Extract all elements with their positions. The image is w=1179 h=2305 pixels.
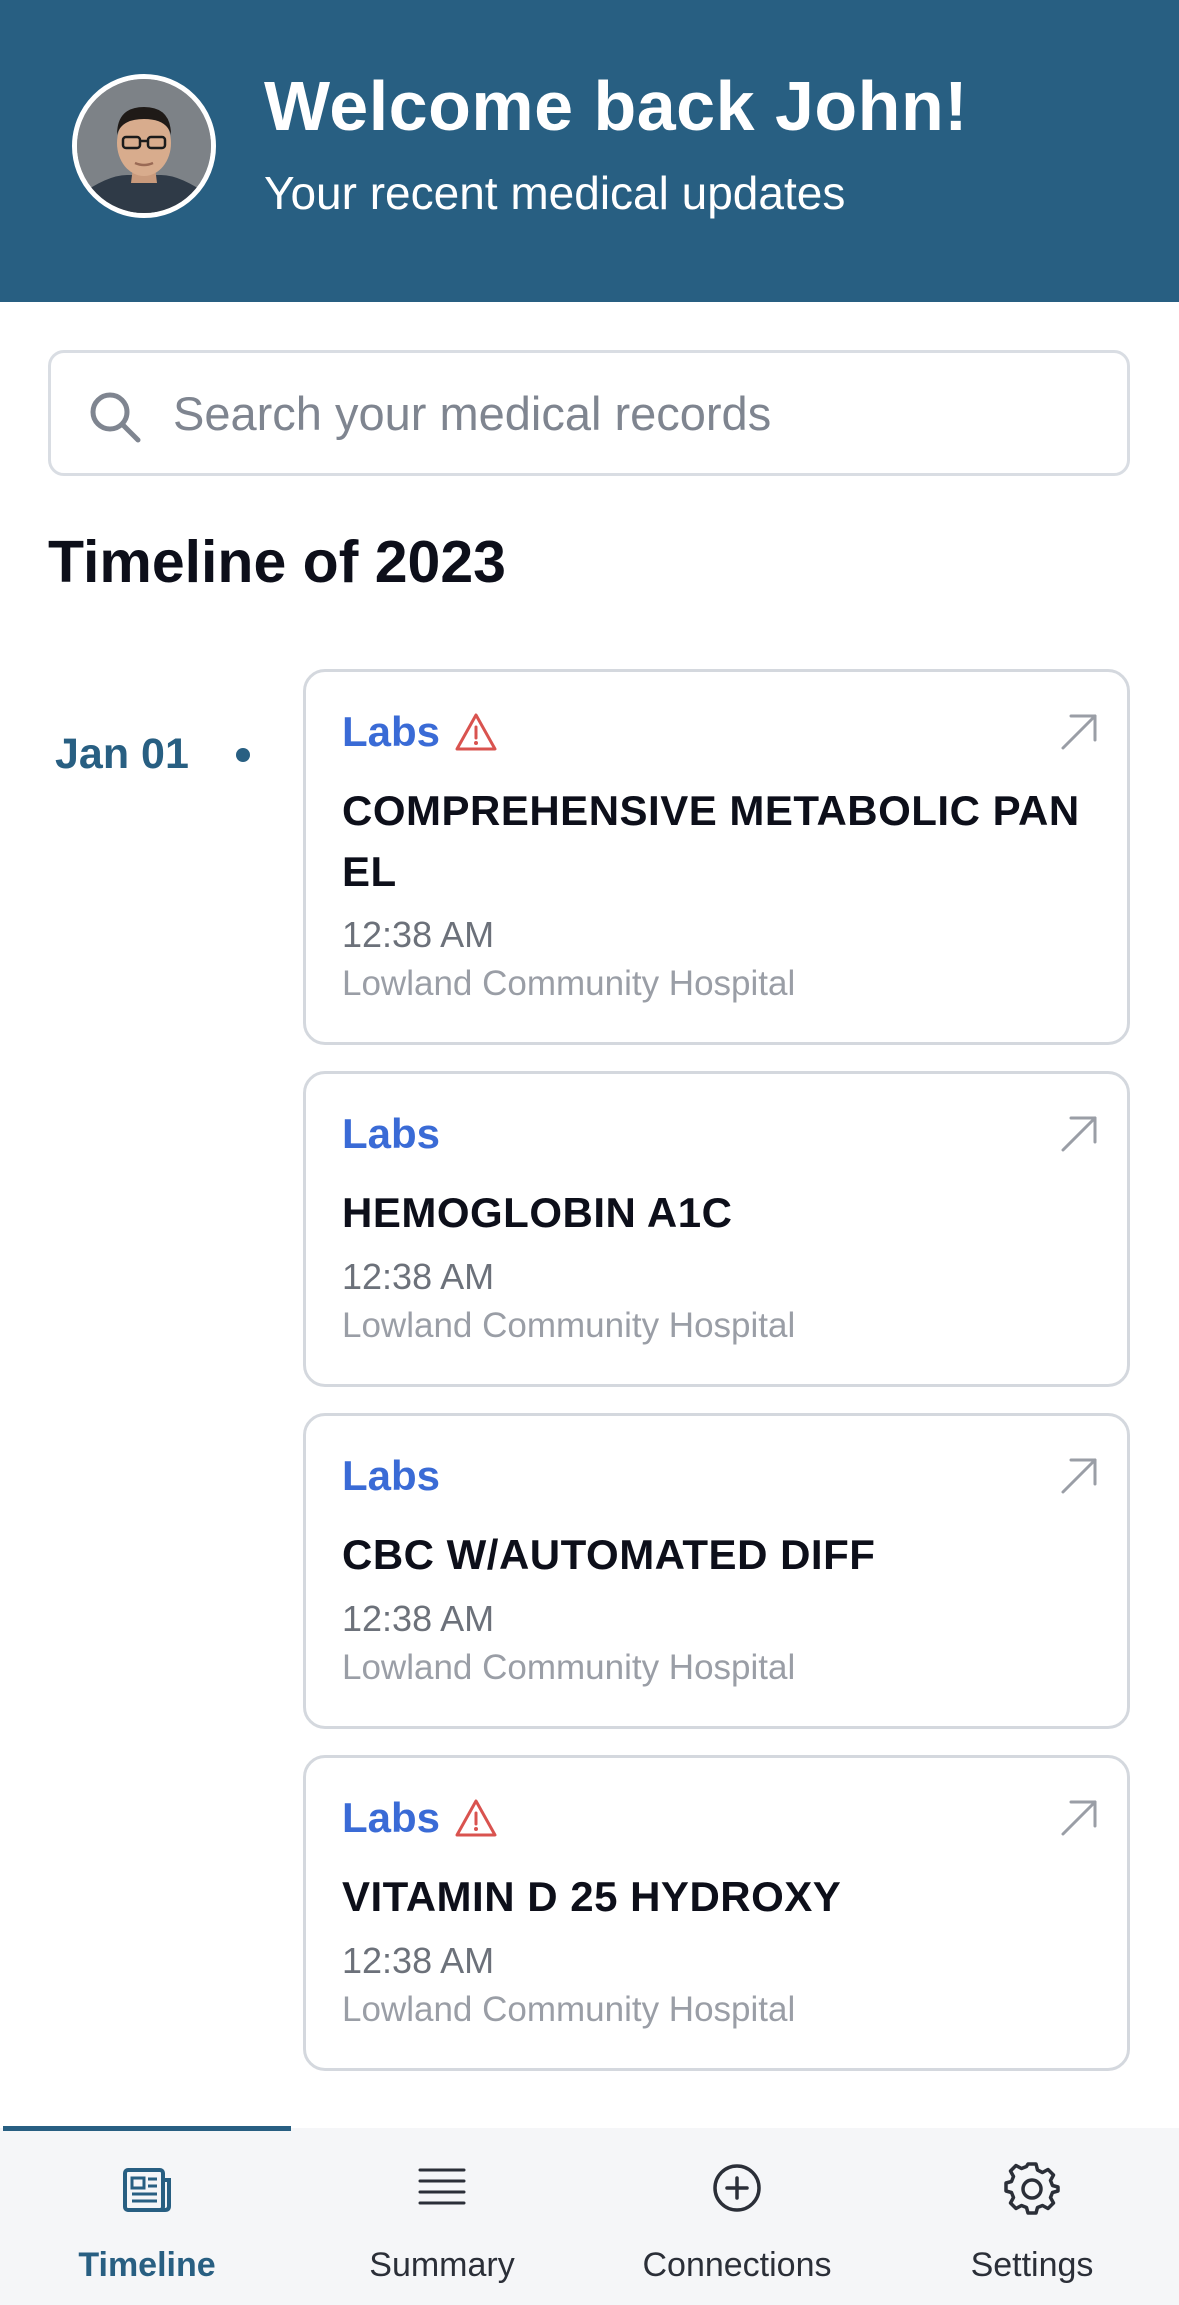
record-category-row: Labs <box>342 1794 498 1842</box>
gear-icon <box>1004 2162 1060 2215</box>
header-subtitle: Your recent medical updates <box>264 167 846 219</box>
record-category: Labs <box>342 708 441 755</box>
search-icon <box>90 392 141 443</box>
warning-icon <box>455 713 497 751</box>
record-category-row: Labs <box>342 1452 440 1500</box>
tab-label: Settings <box>970 2246 1094 2284</box>
record-location: Lowland Community Hospital <box>342 1990 796 2029</box>
record-title: HEMOGLOBIN A1C <box>342 1189 733 1236</box>
record-location: Lowland Community Hospital <box>342 1648 796 1687</box>
open-external-icon[interactable] <box>1059 712 1099 752</box>
record-time: 12:38 AM <box>342 1598 495 1639</box>
tab-connections[interactable]: Connections <box>590 2128 884 2305</box>
record-category: Labs <box>342 1794 441 1841</box>
record-title: CBC W/AUTOMATED DIFF <box>342 1531 876 1578</box>
warning-icon <box>455 1799 497 1837</box>
avatar[interactable] <box>72 74 216 218</box>
record-category-row: Labs <box>342 1110 440 1158</box>
tab-label: Timeline <box>78 2246 216 2284</box>
timeline-title: Timeline of 2023 <box>48 529 506 595</box>
header: Welcome back John! Your recent medical u… <box>0 0 1179 302</box>
search-input[interactable] <box>173 373 1093 453</box>
active-tab-indicator <box>3 2126 291 2131</box>
open-external-icon[interactable] <box>1059 1114 1099 1154</box>
record-category: Labs <box>342 1452 441 1499</box>
record-card[interactable]: Labs HEMOGLOBIN A1C 12:38 AM Lowland Com… <box>303 1071 1130 1387</box>
plus-circle-icon <box>713 2164 761 2212</box>
record-card[interactable]: Labs VITAMIN D 25 HYDROXY 12:38 AM Lowla… <box>303 1755 1130 2071</box>
timeline-dot <box>236 748 250 762</box>
search-bar[interactable] <box>48 350 1130 476</box>
record-card[interactable]: Labs CBC W/AUTOMATED DIFF 12:38 AM Lowla… <box>303 1413 1130 1729</box>
tab-summary[interactable]: Summary <box>295 2128 589 2305</box>
record-title: COMPREHENSIVE METABOLIC PANEL <box>342 787 1080 895</box>
record-location: Lowland Community Hospital <box>342 964 796 1003</box>
tab-label: Summary <box>369 2246 515 2284</box>
record-title: VITAMIN D 25 HYDROXY <box>342 1873 842 1920</box>
welcome-heading: Welcome back John! <box>264 67 969 145</box>
avatar-photo <box>77 79 211 213</box>
open-external-icon[interactable] <box>1059 1798 1099 1838</box>
tab-settings[interactable]: Settings <box>885 2128 1179 2305</box>
record-time: 12:38 AM <box>342 1940 495 1981</box>
record-time: 12:38 AM <box>342 914 495 955</box>
bottom-tab-bar: Timeline Summary Connections Settings <box>0 2128 1179 2305</box>
tab-timeline[interactable]: Timeline <box>0 2128 294 2305</box>
list-icon <box>418 2168 466 2205</box>
tab-label: Connections <box>642 2246 832 2284</box>
record-time: 12:38 AM <box>342 1256 495 1297</box>
newspaper-icon <box>123 2168 171 2212</box>
open-external-icon[interactable] <box>1059 1456 1099 1496</box>
record-card[interactable]: Labs COMPREHENSIVE METABOLIC PANEL 12:38… <box>303 669 1130 1045</box>
record-location: Lowland Community Hospital <box>342 1306 796 1345</box>
timeline-date: Jan 01 <box>55 730 189 778</box>
record-category: Labs <box>342 1110 441 1157</box>
record-category-row: Labs <box>342 708 498 756</box>
